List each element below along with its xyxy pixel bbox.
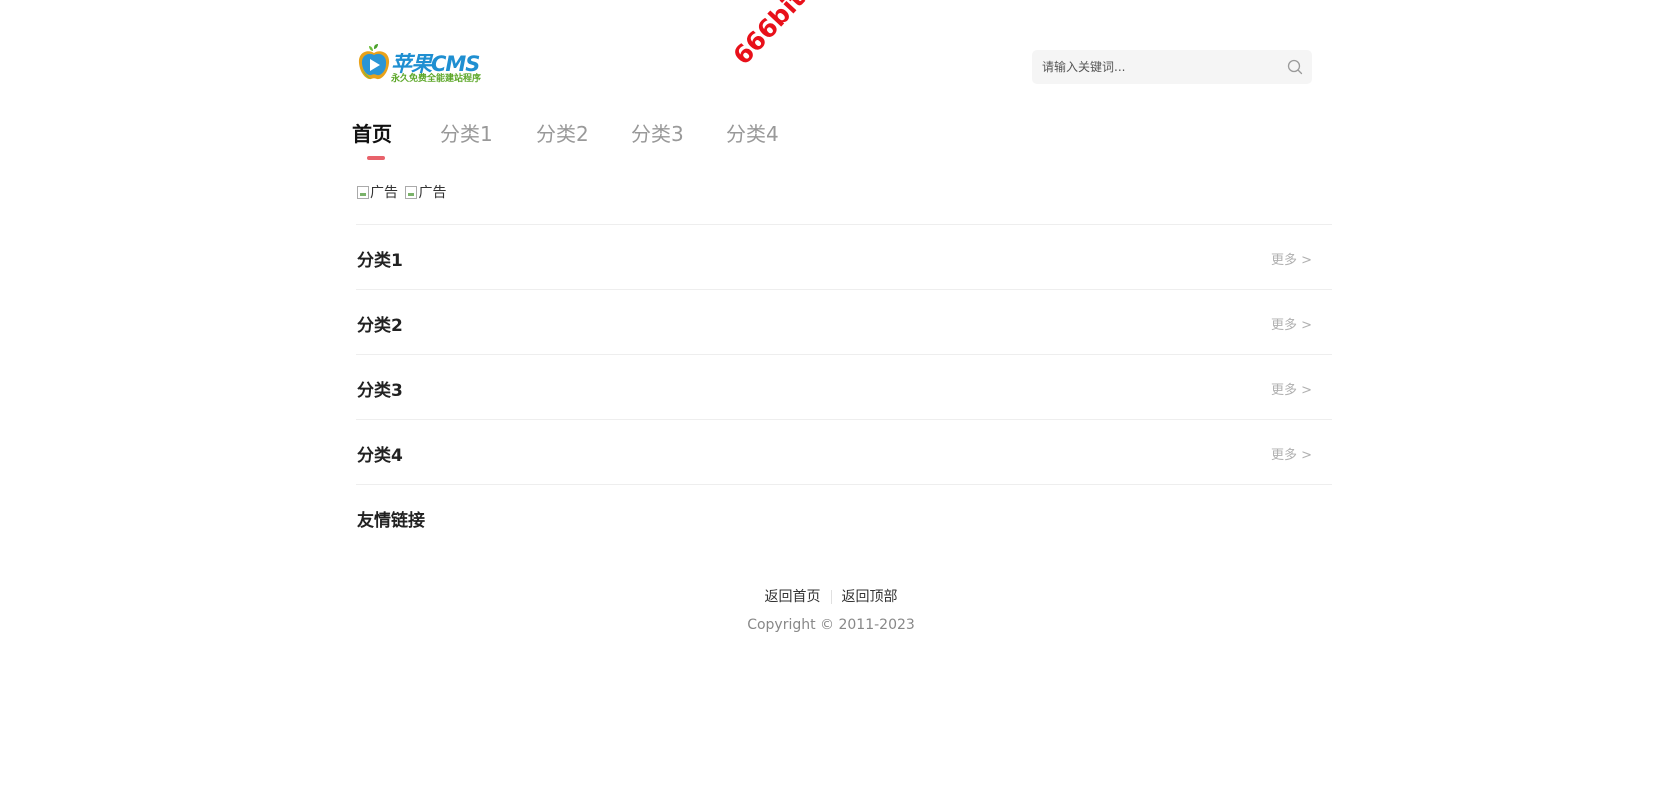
- copyright-text: Copyright © 2011-2023: [747, 617, 915, 633]
- more-link[interactable]: 更多 >: [1271, 444, 1312, 463]
- category-section: 分类4 更多 >: [356, 419, 1332, 484]
- broken-image-icon: [357, 185, 369, 199]
- ad-banner-row: 广告 广告: [357, 182, 449, 203]
- friend-links-section: 友情链接: [356, 484, 1332, 549]
- section-title: 分类3: [357, 381, 403, 401]
- back-to-home-link[interactable]: 返回首页: [755, 586, 831, 606]
- broken-image-icon: [405, 185, 418, 199]
- logo-subtitle: 永久免费全能建站程序: [391, 74, 482, 84]
- nav-item-category-3[interactable]: 分类3: [631, 118, 684, 147]
- apple-logo-icon: [358, 44, 390, 80]
- ad-alt-text: 广告: [418, 185, 447, 201]
- main-container: 苹果CMS 永久免费全能建站程序 666bit.net 首页 分类1 分类2 分…: [352, 0, 1332, 531]
- site-logo[interactable]: 苹果CMS 永久免费全能建站程序: [357, 44, 485, 86]
- nav-item-category-4[interactable]: 分类4: [726, 118, 779, 147]
- search-box: [1032, 50, 1312, 84]
- category-section: 分类3 更多 >: [356, 354, 1332, 419]
- ad-image[interactable]: 广告: [405, 182, 446, 202]
- footer: 返回首页 返回顶部 Copyright © 2011-2023: [0, 586, 1662, 633]
- category-section: 分类2 更多 >: [356, 289, 1332, 354]
- footer-links: 返回首页 返回顶部: [0, 586, 1662, 606]
- category-section: 分类1 更多 >: [356, 224, 1332, 289]
- nav-item-category-1[interactable]: 分类1: [440, 118, 493, 147]
- search-input[interactable]: [1032, 50, 1272, 84]
- more-link[interactable]: 更多 >: [1271, 379, 1312, 398]
- back-to-top-link[interactable]: 返回顶部: [832, 586, 908, 606]
- nav-item-category-2[interactable]: 分类2: [536, 118, 589, 147]
- search-icon[interactable]: [1286, 58, 1304, 76]
- category-sections: 分类1 更多 > 分类2 更多 > 分类3 更多 > 分类4 更多 > 友情链接: [356, 224, 1332, 549]
- nav-active-indicator: [367, 156, 385, 160]
- more-link[interactable]: 更多 >: [1271, 314, 1312, 333]
- friend-links-title: 友情链接: [357, 511, 425, 531]
- ad-image[interactable]: 广告: [357, 182, 398, 202]
- section-title: 分类2: [357, 316, 403, 336]
- page: 苹果CMS 永久免费全能建站程序 666bit.net 首页 分类1 分类2 分…: [0, 0, 1662, 787]
- more-link[interactable]: 更多 >: [1271, 249, 1312, 268]
- ad-alt-text: 广告: [370, 185, 398, 201]
- section-title: 分类1: [357, 251, 403, 271]
- section-title: 分类4: [357, 446, 403, 466]
- header: 苹果CMS 永久免费全能建站程序 666bit.net: [356, 0, 1332, 100]
- watermark: 666bit.net: [727, 0, 849, 71]
- nav-item-home[interactable]: 首页: [352, 118, 392, 147]
